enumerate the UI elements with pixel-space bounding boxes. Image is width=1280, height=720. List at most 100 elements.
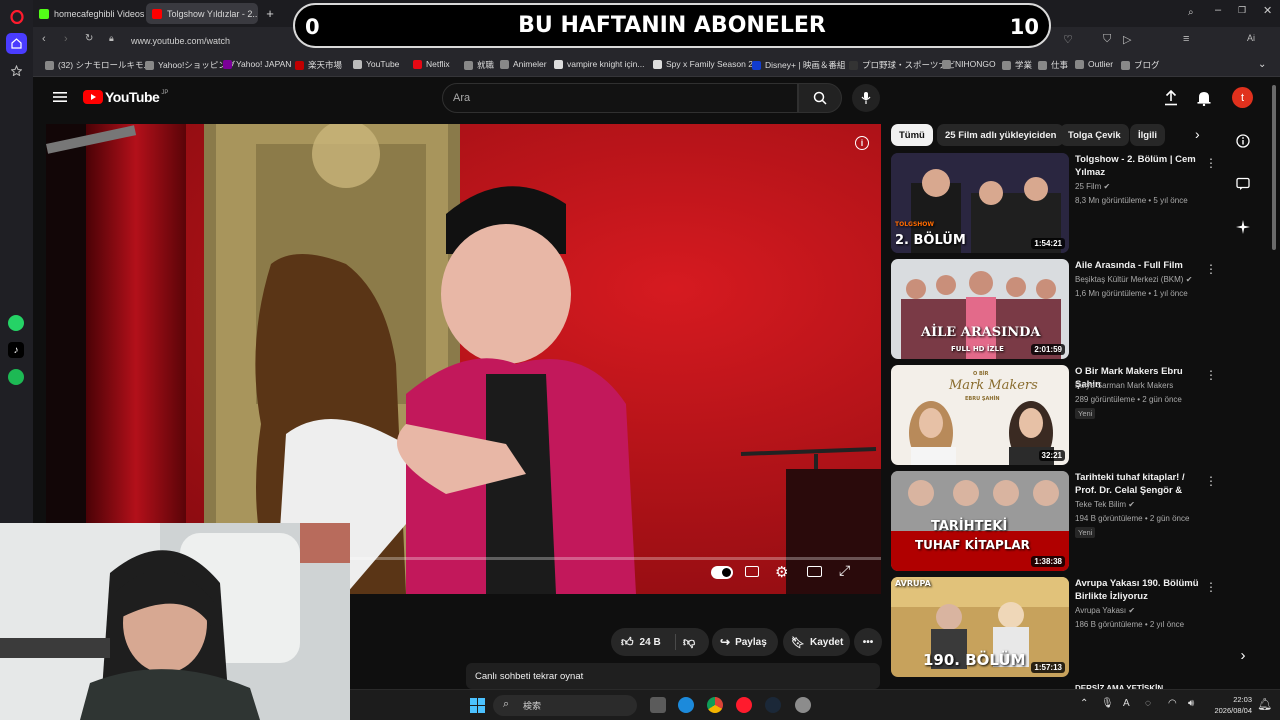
opera-gx-icon[interactable] [736,697,752,713]
network-tray-icon[interactable]: ◌ [1145,698,1151,709]
more-actions-button[interactable]: ••• [854,628,882,656]
back-icon[interactable]: ‹ [42,33,46,45]
volume-icon[interactable]: 🔊︎ [1188,698,1194,709]
bookmark-item[interactable]: Spy x Family Season 2 [653,59,753,69]
more-vert-icon[interactable]: ⋮ [1205,474,1217,488]
minimize-icon[interactable]: – [1215,4,1221,16]
reload-icon[interactable]: ↻ [85,33,93,44]
sparkle-ai-icon[interactable] [1233,217,1253,237]
system-clock[interactable]: 22:03 2026/08/04 [1214,694,1252,716]
font-tray-icon[interactable]: A [1123,698,1130,709]
info-icon[interactable]: i [855,136,869,150]
home-icon[interactable] [6,33,27,54]
avatar[interactable]: t [1232,87,1253,108]
bookmark-item[interactable]: Yahoo!ショッピング [145,59,235,71]
chip-related[interactable]: İlgili [1130,124,1165,146]
video-title[interactable]: Aile Arasında - Full Film [1075,259,1205,272]
recommendation-item[interactable]: AVRUPA 190. BÖLÜM 1:57:13 Avrupa Yakası … [891,577,1221,677]
recommendation-item[interactable]: AİLE ARASINDA FULL HD İZLE 2:01:59 Aile … [891,259,1221,359]
more-vert-icon[interactable]: ⋮ [1205,580,1217,594]
expand-panel-icon[interactable]: › [1233,645,1253,665]
like-count[interactable]: 24 B [640,637,661,648]
forward-icon[interactable]: › [64,33,68,45]
search-tabs-icon[interactable]: ⌕ [1188,7,1194,18]
steam-icon[interactable] [765,697,781,713]
windows-start-icon[interactable] [470,698,485,718]
bookmark-item[interactable]: vampire knight için... [554,59,644,69]
notification-center-icon[interactable]: 🔔︎ [1257,697,1272,711]
channel-name[interactable]: Fulya Sarman Mark Makers [1075,381,1173,390]
search-input[interactable]: Ara [442,83,798,113]
bookmark-item[interactable]: 楽天市場 [295,59,342,71]
chrome-icon[interactable] [707,697,723,713]
spotify-icon[interactable] [8,369,24,385]
video-thumbnail[interactable]: O BİR Mark Makers EBRU ŞAHİN 32:21 [891,365,1069,465]
guide-menu-icon[interactable] [53,90,67,108]
chips-next-icon[interactable]: › [1195,126,1200,142]
channel-name[interactable]: Beşiktaş Kültür Merkezi (BKM) ✔ [1075,275,1192,284]
play-icon[interactable]: ▷ [1123,33,1131,46]
bookmark-item[interactable]: ブログ [1121,59,1160,71]
progress-bar[interactable] [350,557,881,560]
more-vert-icon[interactable]: ⋮ [1205,156,1217,170]
bookmark-item[interactable]: プロ野球・スポーツナビ [849,59,955,71]
bookmark-item[interactable]: 就職 [464,59,494,71]
voice-search-button[interactable] [852,84,880,112]
bookmark-item[interactable]: 学業 [1002,59,1032,71]
recommendation-item[interactable]: O BİR Mark Makers EBRU ŞAHİN 32:21 O Bir… [891,365,1221,465]
bookmark-item[interactable]: Outlier [1075,59,1113,69]
video-thumbnail[interactable]: AVRUPA 190. BÖLÜM 1:57:13 [891,577,1069,677]
video-thumbnail[interactable]: TOLGSHOW 2. BÖLÜM 1:54:21 [891,153,1069,253]
bookmark-item[interactable]: NIHONGO [942,59,996,69]
bookmark-item[interactable]: Animeler [500,59,547,69]
close-window-icon[interactable]: ✕ [1263,4,1272,17]
bookmark-page-icon[interactable]: ♡ [1063,33,1073,46]
video-title[interactable]: Tarihteki tuhaf kitaplar! / Prof. Dr. Ce… [1075,471,1205,497]
menu-lines-icon[interactable]: ≡ [1183,33,1189,45]
save-button[interactable]: 🔖︎ Kaydet [783,628,850,656]
fullscreen-icon[interactable]: ⤢ [839,562,850,579]
chip-tolga-cevik[interactable]: Tolga Çevik [1060,124,1129,146]
new-tab-button[interactable]: + [262,3,278,24]
maximize-icon[interactable]: ❐ [1238,5,1246,16]
more-vert-icon[interactable]: ⋮ [1205,262,1217,276]
pinboard-icon[interactable] [6,60,27,81]
miniplayer-icon[interactable] [807,566,822,577]
wifi-icon[interactable]: ◠ [1168,698,1177,709]
thumbs-down-icon[interactable]: 👎︎ [683,635,695,650]
youtube-logo[interactable]: YouTube JP [83,89,168,105]
autoplay-toggle[interactable] [711,566,733,579]
opera-logo-icon[interactable] [6,6,27,27]
bookmark-item[interactable]: Disney+ | 映画＆番組 [752,59,845,71]
aria-ai-icon[interactable]: Ai [1247,33,1255,43]
whatsapp-icon[interactable] [8,315,24,331]
more-vert-icon[interactable]: ⋮ [1205,368,1217,382]
info-panel-icon[interactable] [1233,131,1253,151]
bookmark-item[interactable]: (32) シナモロールキモ... [45,59,151,71]
page-scrollbar[interactable] [1272,85,1276,250]
create-upload-icon[interactable] [1164,89,1178,111]
channel-name[interactable]: 25 Film ✔ [1075,182,1110,191]
share-button[interactable]: ↪ Paylaş [712,628,778,656]
thumbs-up-icon[interactable]: 👍︎ [621,635,634,650]
subtitles-icon[interactable] [745,566,759,577]
notifications-bell-icon[interactable] [1197,90,1211,111]
video-title[interactable]: Avrupa Yakası 190. Bölümü Birlikte İzliy… [1075,577,1205,603]
channel-name[interactable]: Avrupa Yakası ✔ [1075,606,1135,615]
tab-tolgshow[interactable]: Tolgshow Yıldızlar - 2... [146,3,258,24]
microphone-tray-icon[interactable]: 🎙︎ [1101,698,1114,709]
settings-gear-icon[interactable]: ⚙ [775,563,788,581]
tiktok-icon[interactable]: ♪ [8,342,24,358]
task-view-icon[interactable] [650,697,666,713]
tray-chevron-icon[interactable]: ⌃ [1080,698,1088,709]
shield-icon[interactable]: ⛉ [1103,33,1111,46]
chip-all[interactable]: Tümü [891,124,933,146]
bookmarks-overflow-icon[interactable]: ⌄ [1258,59,1266,70]
video-title[interactable]: Tolgshow - 2. Bölüm | Cem Yılmaz [1075,153,1205,179]
bookmark-item[interactable]: 仕事 [1038,59,1068,71]
chat-replay-button[interactable]: Canlı sohbeti tekrar oynat [466,663,880,689]
recommendation-item[interactable]: TOLGSHOW 2. BÖLÜM 1:54:21 Tolgshow - 2. … [891,153,1221,253]
bookmark-item[interactable]: Yahoo! JAPAN [223,59,291,69]
bookmark-item[interactable]: Netflix [413,59,450,69]
recommendation-item[interactable]: TARİHTEKİ TUHAF KİTAPLAR 1:38:38 Tarihte… [891,471,1221,571]
